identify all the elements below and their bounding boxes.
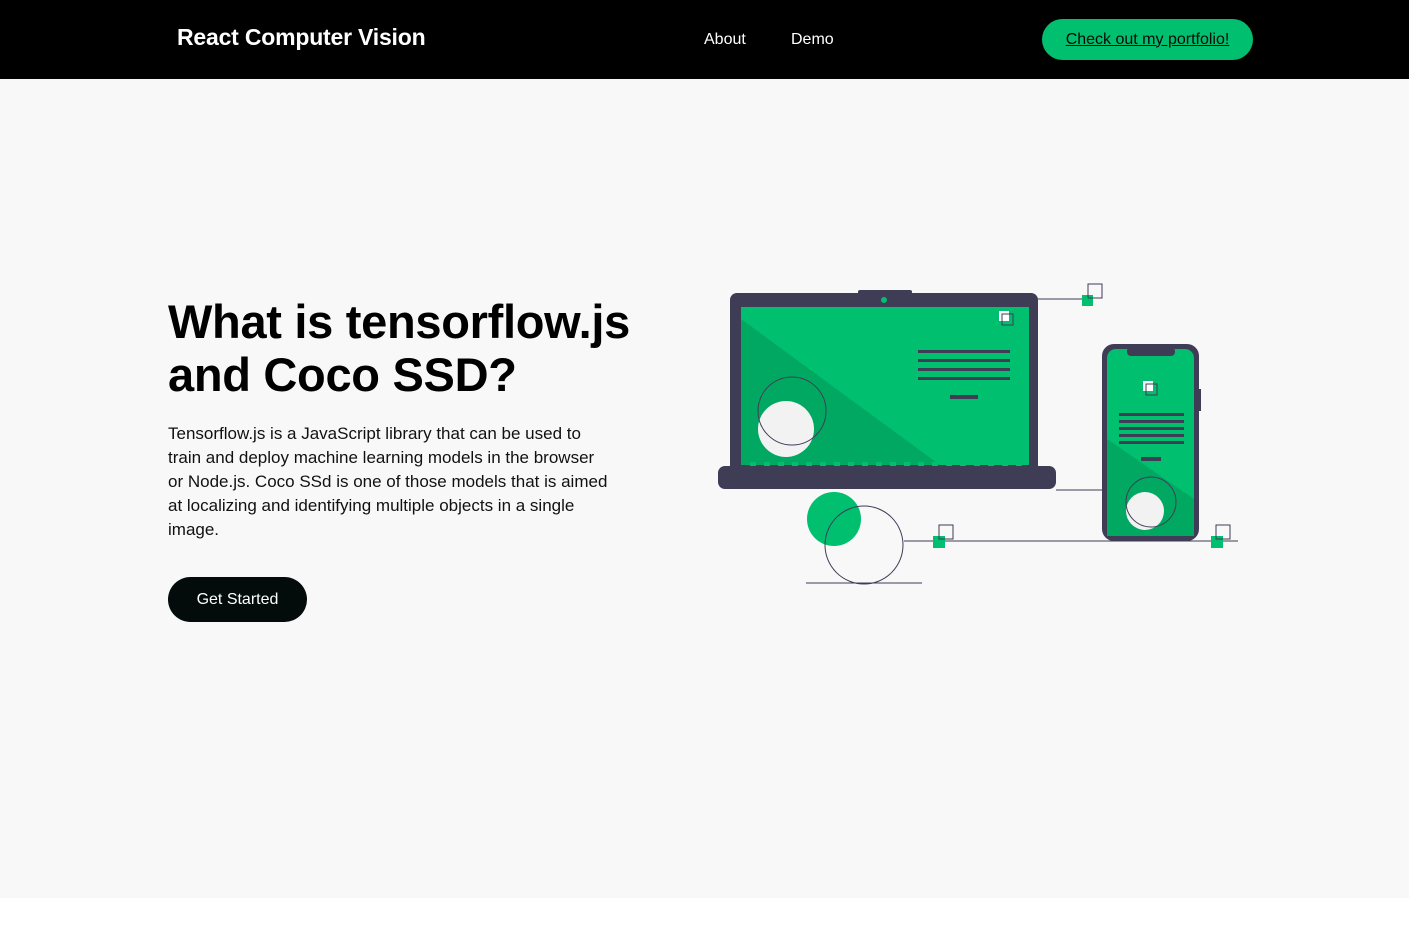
phone-icon: [1102, 344, 1201, 541]
decorative-circles: [807, 492, 904, 585]
hero-description: Tensorflow.js is a JavaScript library th…: [168, 424, 608, 539]
get-started-button[interactable]: Get Started: [168, 577, 307, 622]
hero-section: What is tensorflow.js and Coco SSD? Tens…: [0, 79, 1409, 898]
top-navbar: React Computer Vision About Demo Check o…: [0, 0, 1409, 79]
laptop-icon: [718, 290, 1056, 489]
nav-link-about[interactable]: About: [704, 31, 746, 49]
brand-logo-text[interactable]: React Computer Vision: [177, 24, 426, 51]
laptop-phone-illustration: [718, 283, 1238, 585]
hero-title: What is tensorflow.js and Coco SSD?: [168, 295, 631, 401]
portfolio-button[interactable]: Check out my portfolio!: [1042, 19, 1253, 60]
nav-link-demo[interactable]: Demo: [791, 31, 834, 49]
